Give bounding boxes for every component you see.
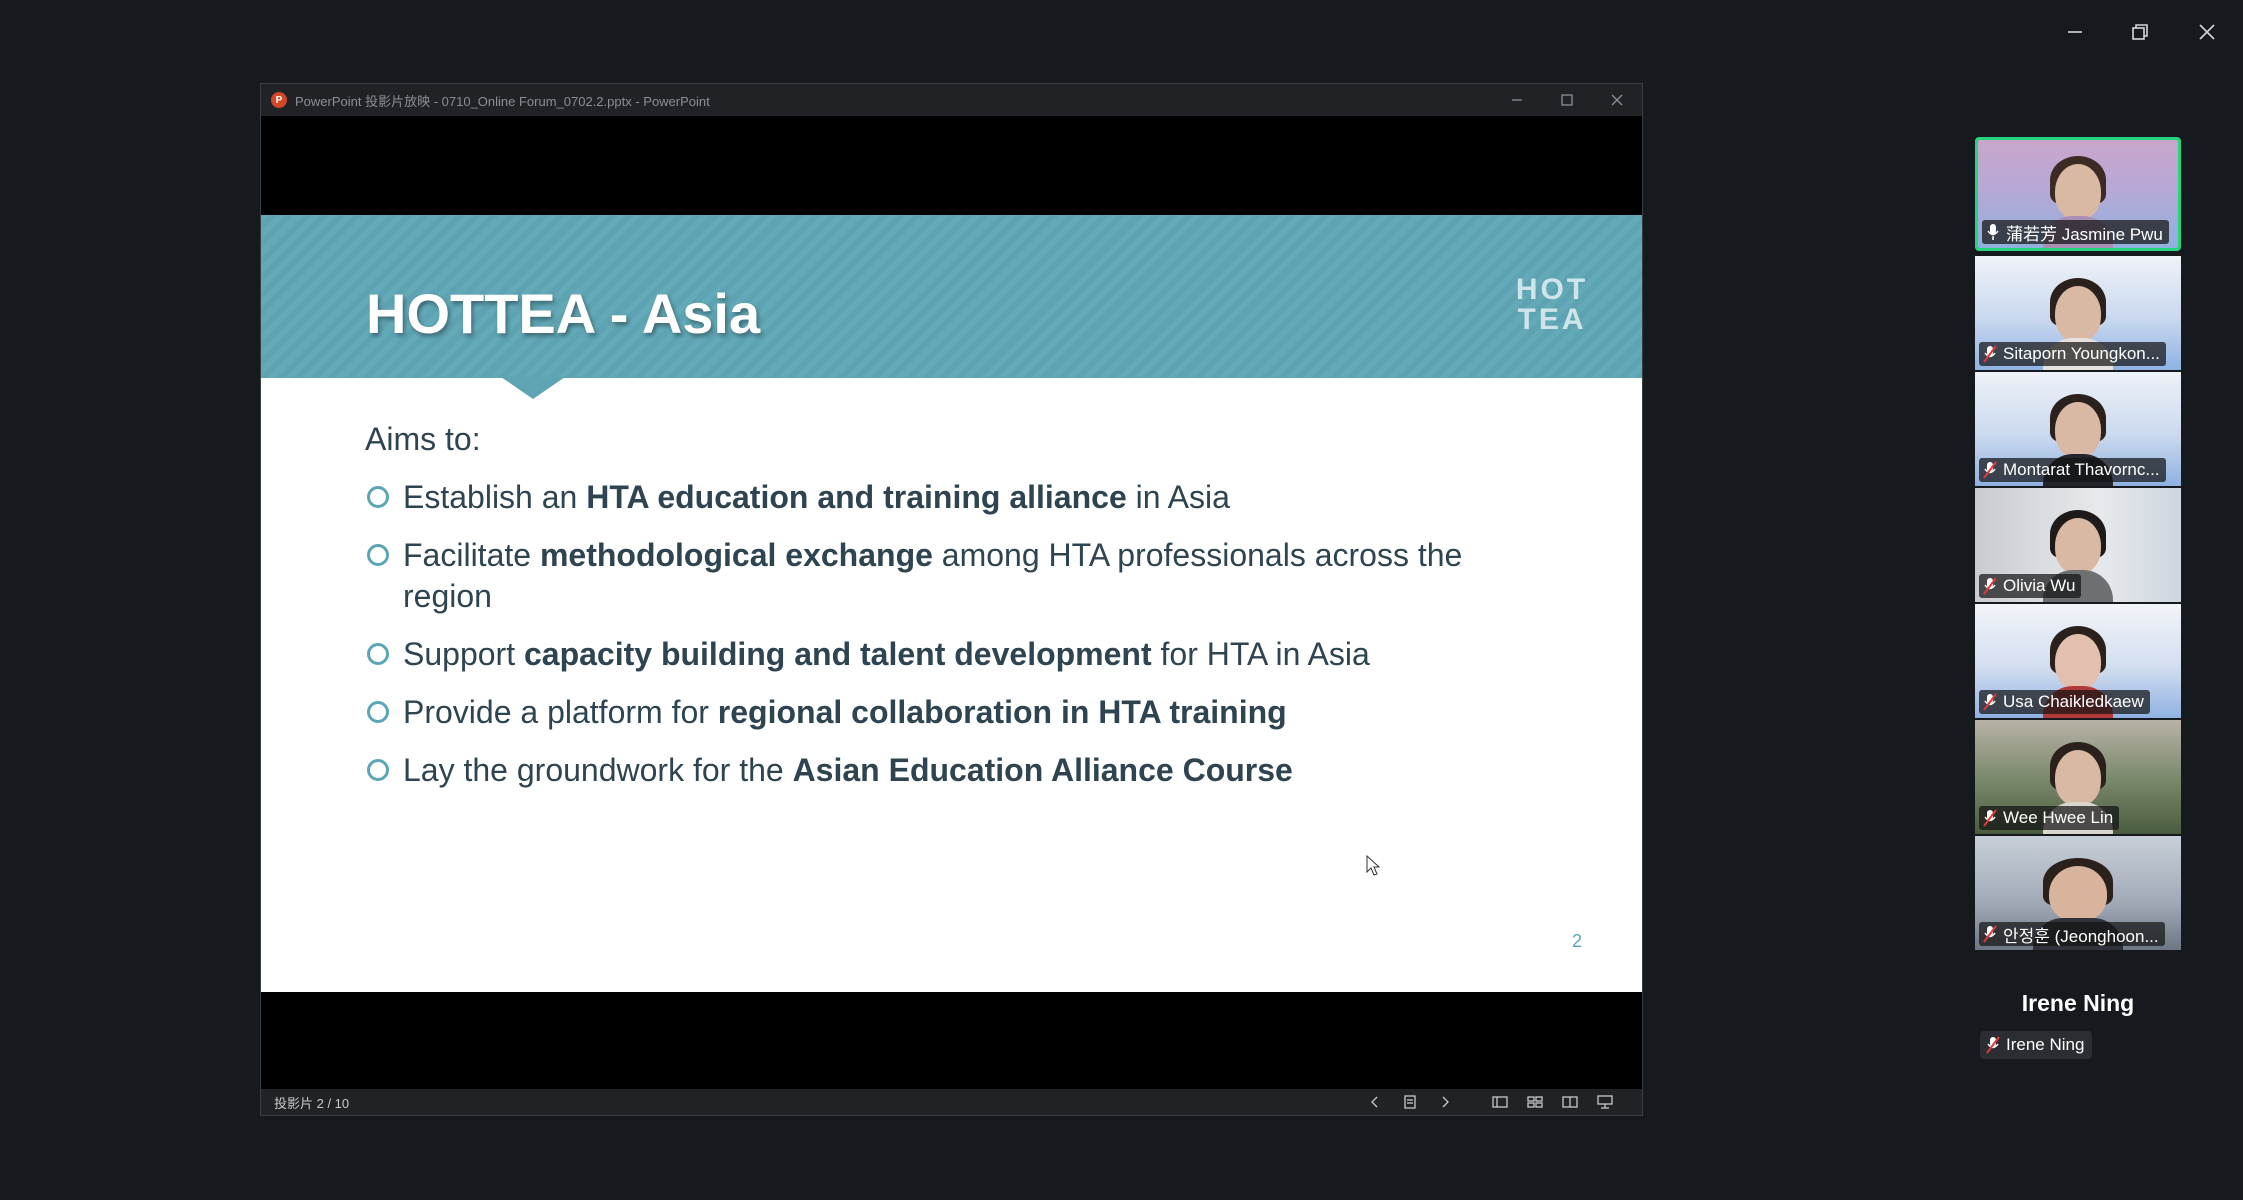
- slide-page-number: 2: [1571, 931, 1582, 951]
- banner-notch: [501, 377, 565, 399]
- reading-view-button[interactable]: [1552, 1089, 1587, 1115]
- bullet-item: Support capacity building and talent dev…: [367, 634, 1517, 675]
- grid-view-icon: [1526, 1096, 1543, 1108]
- muted-microphone-icon: [1983, 461, 1997, 479]
- slide-sorter-button[interactable]: [1517, 1089, 1552, 1115]
- normal-view-button[interactable]: [1482, 1089, 1517, 1115]
- restore-icon: [2132, 24, 2148, 40]
- aims-list: Establish an HTA education and training …: [367, 477, 1517, 808]
- mouse-cursor-icon: [1366, 855, 1381, 876]
- powerpoint-icon: P: [271, 92, 287, 108]
- muted-microphone-icon: [1983, 577, 1997, 595]
- chevron-left-icon: [1370, 1096, 1377, 1108]
- previous-slide-button[interactable]: [1357, 1089, 1392, 1115]
- bullet-item: Facilitate methodological exchange among…: [367, 535, 1517, 617]
- participant-tile[interactable]: Olivia Wu: [1975, 488, 2181, 602]
- circle-bullet-icon: [367, 544, 389, 566]
- minimize-button[interactable]: [2055, 14, 2095, 50]
- ppt-window-title: PowerPoint 投影片放映 - 0710_Online Forum_070…: [295, 93, 710, 109]
- participant-tile[interactable]: Wee Hwee Lin: [1975, 720, 2181, 834]
- slide-title: HOTTEA - Asia: [366, 282, 761, 345]
- next-slide-button[interactable]: [1427, 1089, 1462, 1115]
- slide-list-icon: [1403, 1095, 1416, 1109]
- muted-microphone-icon: [1983, 809, 1997, 827]
- participant-tile[interactable]: Sitaporn Youngkon...: [1975, 256, 2181, 370]
- participant-name-tag: Montarat Thavornc...: [1979, 458, 2166, 482]
- participant-name-tag: Wee Hwee Lin: [1979, 806, 2120, 830]
- microphone-icon: [1987, 224, 1999, 240]
- ppt-maximize-button[interactable]: [1542, 84, 1592, 116]
- chevron-right-icon: [1442, 1096, 1449, 1108]
- powerpoint-window: P PowerPoint 投影片放映 - 0710_Online Forum_0…: [260, 83, 1643, 1116]
- ppt-titlebar: P PowerPoint 投影片放映 - 0710_Online Forum_0…: [261, 84, 1642, 116]
- circle-bullet-icon: [367, 486, 389, 508]
- bullet-item: Lay the groundwork for the Asian Educati…: [367, 750, 1517, 791]
- hottea-logo: HOT TEA: [1515, 273, 1589, 336]
- slideshow-icon: [1596, 1095, 1613, 1109]
- participant-name-tag: Olivia Wu: [1979, 574, 2082, 598]
- slideshow-button[interactable]: [1587, 1089, 1622, 1115]
- participant-tile[interactable]: Montarat Thavornc...: [1975, 372, 2181, 486]
- circle-bullet-icon: [367, 701, 389, 723]
- circle-bullet-icon: [367, 643, 389, 665]
- participant-name-tag: Usa Chaikledkaew: [1979, 690, 2150, 714]
- participant-tile[interactable]: 안정훈 (Jeonghoon...: [1975, 836, 2181, 950]
- bullet-item: Establish an HTA education and training …: [367, 477, 1517, 518]
- participant-name-tag: Sitaporn Youngkon...: [1979, 342, 2166, 366]
- muted-microphone-icon: [1983, 925, 1997, 943]
- close-button[interactable]: [2187, 14, 2227, 50]
- participant-name-tag: 蒲若芳 Jasmine Pwu: [1982, 220, 2169, 244]
- slide: HOTTEA - Asia HOT TEA Aims to: Establish…: [261, 215, 1642, 992]
- ppt-close-button[interactable]: [1592, 84, 1642, 116]
- bullet-item: Provide a platform for regional collabor…: [367, 692, 1517, 733]
- close-icon: [2199, 24, 2215, 40]
- slide-counter: 投影片 2 / 10: [274, 1095, 350, 1111]
- minimize-icon: [1512, 99, 1522, 101]
- self-view-name: Irene Ning: [2021, 990, 2135, 1016]
- participant-name-tag: 안정훈 (Jeonghoon...: [1979, 922, 2165, 946]
- restore-button[interactable]: [2120, 14, 2160, 50]
- slide-menu-button[interactable]: [1392, 1089, 1427, 1115]
- normal-view-icon: [1491, 1096, 1508, 1108]
- circle-bullet-icon: [367, 759, 389, 781]
- maximize-icon: [1561, 94, 1573, 106]
- close-icon: [1611, 94, 1623, 106]
- muted-microphone-icon: [1983, 345, 1997, 363]
- reading-view-icon: [1561, 1096, 1578, 1108]
- ppt-statusbar: 投影片 2 / 10: [261, 1089, 1642, 1115]
- participant-tile[interactable]: Usa Chaikledkaew: [1975, 604, 2181, 718]
- ppt-minimize-button[interactable]: [1492, 84, 1542, 116]
- muted-microphone-icon: [1986, 1036, 2000, 1054]
- self-view-name-tag[interactable]: Irene Ning: [1980, 1031, 2093, 1059]
- aims-heading: Aims to:: [365, 421, 481, 457]
- muted-microphone-icon: [1983, 693, 1997, 711]
- minimize-icon: [2068, 31, 2082, 33]
- participant-tile[interactable]: 蒲若芳 Jasmine Pwu: [1975, 137, 2181, 251]
